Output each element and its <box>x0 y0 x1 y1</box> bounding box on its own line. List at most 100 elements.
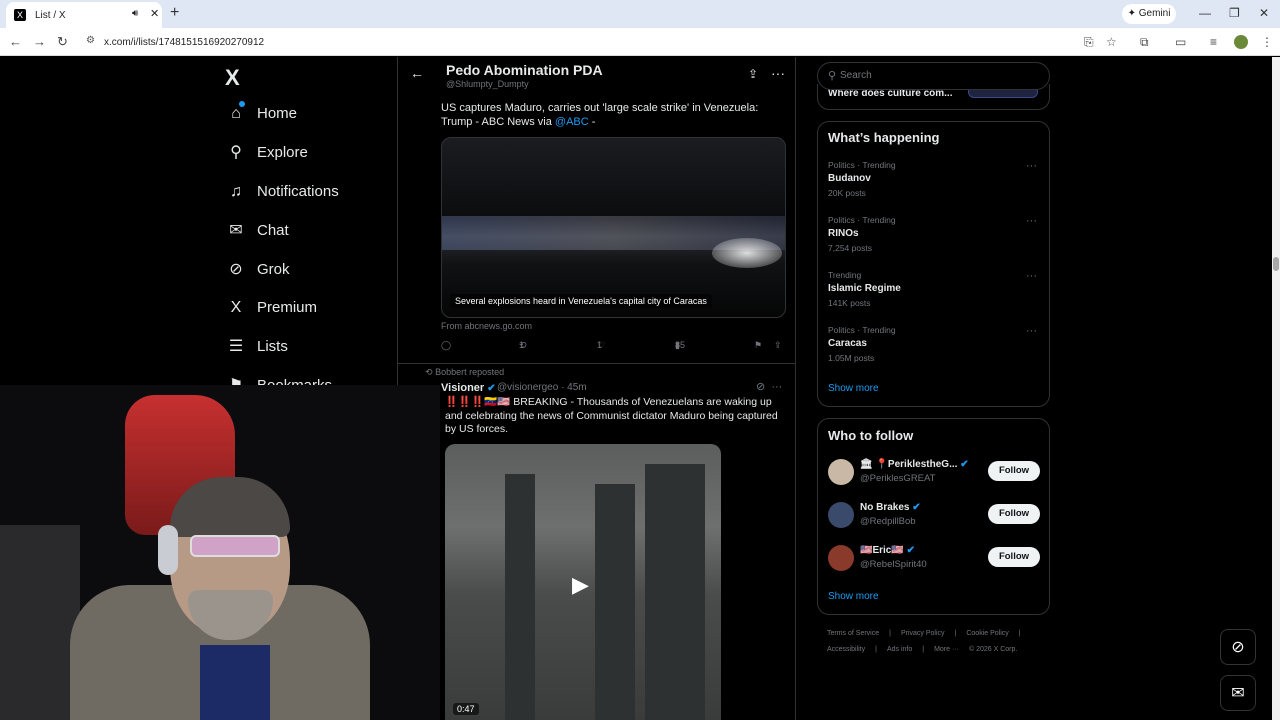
menu-icon[interactable]: ⋮ <box>1261 35 1273 49</box>
footer-link[interactable]: Cookie Policy <box>966 630 1008 637</box>
building-image <box>595 484 635 720</box>
follow-suggestion[interactable]: 🏛 📍PeriklestheG... ✔ @PeriklesGREAT Foll… <box>828 457 1043 489</box>
trend-category: Politics · Trending <box>828 215 896 225</box>
x-icon: X <box>230 299 242 316</box>
messages-icon[interactable]: ✉ <box>1220 675 1256 711</box>
glasses-image <box>190 535 280 557</box>
address-bar[interactable]: ⚙ x.com/i/lists/1748151516920270912 <box>80 31 1130 53</box>
suggestion-name-text: 🏛 📍PeriklestheG... <box>860 459 958 470</box>
close-window-icon[interactable]: ✕ <box>1259 6 1269 20</box>
trend-count: 1.05M posts <box>828 353 875 363</box>
reply-icon[interactable]: ◯ <box>441 340 451 351</box>
search-icon: ⚲ <box>828 70 837 82</box>
building-image <box>645 464 705 720</box>
whats-happening-title: What’s happening <box>828 130 940 145</box>
follow-button[interactable]: Follow <box>988 504 1040 524</box>
card-source[interactable]: From abcnews.go.com <box>441 321 532 331</box>
profile-icon[interactable] <box>1234 35 1248 49</box>
follow-button[interactable]: Follow <box>988 547 1040 567</box>
show-more-trends-link[interactable]: Show more <box>828 383 879 394</box>
scrollbar-thumb[interactable] <box>1273 257 1279 271</box>
show-more-follow-link[interactable]: Show more <box>828 591 879 602</box>
verified-icon: ✔ <box>906 545 915 556</box>
footer-link[interactable]: Ads info <box>887 646 912 653</box>
forward-icon[interactable]: → <box>33 34 46 49</box>
play-icon[interactable]: ▶ <box>572 572 589 598</box>
more-icon[interactable]: ··· <box>1026 160 1037 172</box>
minimize-icon[interactable]: — <box>1199 6 1211 20</box>
audio-icon[interactable]: 🔊︎ <box>132 8 138 19</box>
avatar[interactable] <box>828 545 854 571</box>
grok-icon[interactable]: ⊘ <box>756 381 765 393</box>
avatar[interactable] <box>828 502 854 528</box>
star-icon[interactable]: ☆ <box>1106 35 1117 49</box>
verified-icon: ✔ <box>912 502 921 513</box>
more-icon[interactable]: ··· <box>1026 215 1037 227</box>
x-logo-icon[interactable]: X <box>225 65 240 91</box>
trend-item[interactable]: Politics · Trending Budanov 20K posts ··… <box>828 160 1043 210</box>
suggestion-name: 🇺🇸Eric🇺🇸 ✔ <box>860 545 915 556</box>
trend-name: Caracas <box>828 338 867 349</box>
media-icon[interactable]: ≡ <box>1210 35 1217 49</box>
follow-suggestion[interactable]: No Brakes ✔ @RedpillBob Follow <box>828 500 1043 532</box>
new-tab-button[interactable]: + <box>170 4 179 22</box>
extensions-icon[interactable]: ⧉ <box>1140 35 1149 50</box>
footer-link[interactable]: More ··· <box>934 646 959 653</box>
link-card[interactable]: Several explosions heard in Venezuela's … <box>441 137 786 318</box>
suggestion-name: No Brakes ✔ <box>860 502 921 513</box>
search-box[interactable]: ⚲ Search <box>817 62 1050 90</box>
follow-button[interactable]: Follow <box>988 461 1040 481</box>
tweet-actions: ◯ ⟲ 1 ♡ 1 ▮ 85 ⚑ ⇪ <box>441 340 786 354</box>
nav-label: Home <box>257 105 298 122</box>
footer-link[interactable]: Terms of Service <box>827 630 879 637</box>
gemini-button[interactable]: ✦ Gemini <box>1122 4 1176 24</box>
site-info-icon[interactable]: ⚙ <box>86 35 95 46</box>
browser-tab[interactable]: X List / X 🔊︎ ✕ <box>6 2 162 28</box>
search-icon: ⚲ <box>230 144 242 161</box>
repost-note-text: Bobbert reposted <box>435 367 505 377</box>
grok-icon: ⊘ <box>229 261 243 278</box>
restore-icon[interactable]: ❐ <box>1229 6 1240 20</box>
back-arrow-icon[interactable]: ← <box>410 65 424 81</box>
share-icon[interactable]: ⇪ <box>774 340 782 351</box>
trend-item[interactable]: Politics · Trending Caracas 1.05M posts … <box>828 325 1043 375</box>
view-count: 85 <box>675 340 686 350</box>
home-icon: ⌂ <box>231 105 241 122</box>
footer-link[interactable]: Accessibility <box>827 646 865 653</box>
notification-dot <box>239 101 245 107</box>
author-name[interactable]: Visioner ✔ <box>441 382 496 394</box>
scrollbar-track[interactable] <box>1272 57 1280 720</box>
footer-separator: | <box>889 630 891 637</box>
mention-link[interactable]: @ABC <box>555 116 589 128</box>
more-icon[interactable]: ··· <box>771 65 785 81</box>
video-player[interactable]: ▶ 0:47 <box>445 444 721 720</box>
browser-tab-bar: X List / X 🔊︎ ✕ + ✦ Gemini — ❐ ✕ <box>0 0 1280 28</box>
reload-icon[interactable]: ↻ <box>57 34 68 50</box>
browser-toolbar: ← → ↻ ⚙ x.com/i/lists/174815151692027091… <box>0 28 1280 56</box>
more-icon[interactable]: ··· <box>1026 270 1037 282</box>
tweet-menu[interactable]: ⊘ ··· <box>756 380 782 393</box>
back-icon[interactable]: ← <box>9 34 22 49</box>
more-icon[interactable]: ··· <box>771 381 782 393</box>
bookmark-icon[interactable]: ⚑ <box>754 340 762 351</box>
author-handle[interactable]: @visionergeo · 45m <box>497 382 587 393</box>
sidepanel-icon[interactable]: ▭ <box>1175 35 1186 49</box>
follow-suggestion[interactable]: 🇺🇸Eric🇺🇸 ✔ @RebelSpirit40 Follow <box>828 543 1043 575</box>
card-caption: Several explosions heard in Venezuela's … <box>450 294 712 308</box>
tweet-body: US captures Maduro, carries out 'large s… <box>441 102 759 128</box>
trend-item[interactable]: Trending Islamic Regime 141K posts ··· <box>828 270 1043 320</box>
nav-label: Chat <box>257 222 289 239</box>
grok-icon[interactable]: ⊘ <box>1220 629 1256 665</box>
install-icon[interactable]: ⎘ <box>1084 35 1094 50</box>
footer-link[interactable]: Privacy Policy <box>901 630 945 637</box>
close-tab-icon[interactable]: ✕ <box>150 7 159 20</box>
nav-label: Grok <box>257 261 290 278</box>
trend-item[interactable]: Politics · Trending RINOs 7,254 posts ··… <box>828 215 1043 265</box>
trend-name: RINOs <box>828 228 859 239</box>
more-icon[interactable]: ··· <box>1026 325 1037 337</box>
avatar[interactable] <box>828 459 854 485</box>
share-icon[interactable]: ⇪ <box>748 67 758 81</box>
list-owner-handle[interactable]: @Shlumpty_Dumpty <box>446 79 529 89</box>
trend-category: Trending <box>828 270 862 280</box>
search-input[interactable]: Search <box>840 70 872 81</box>
